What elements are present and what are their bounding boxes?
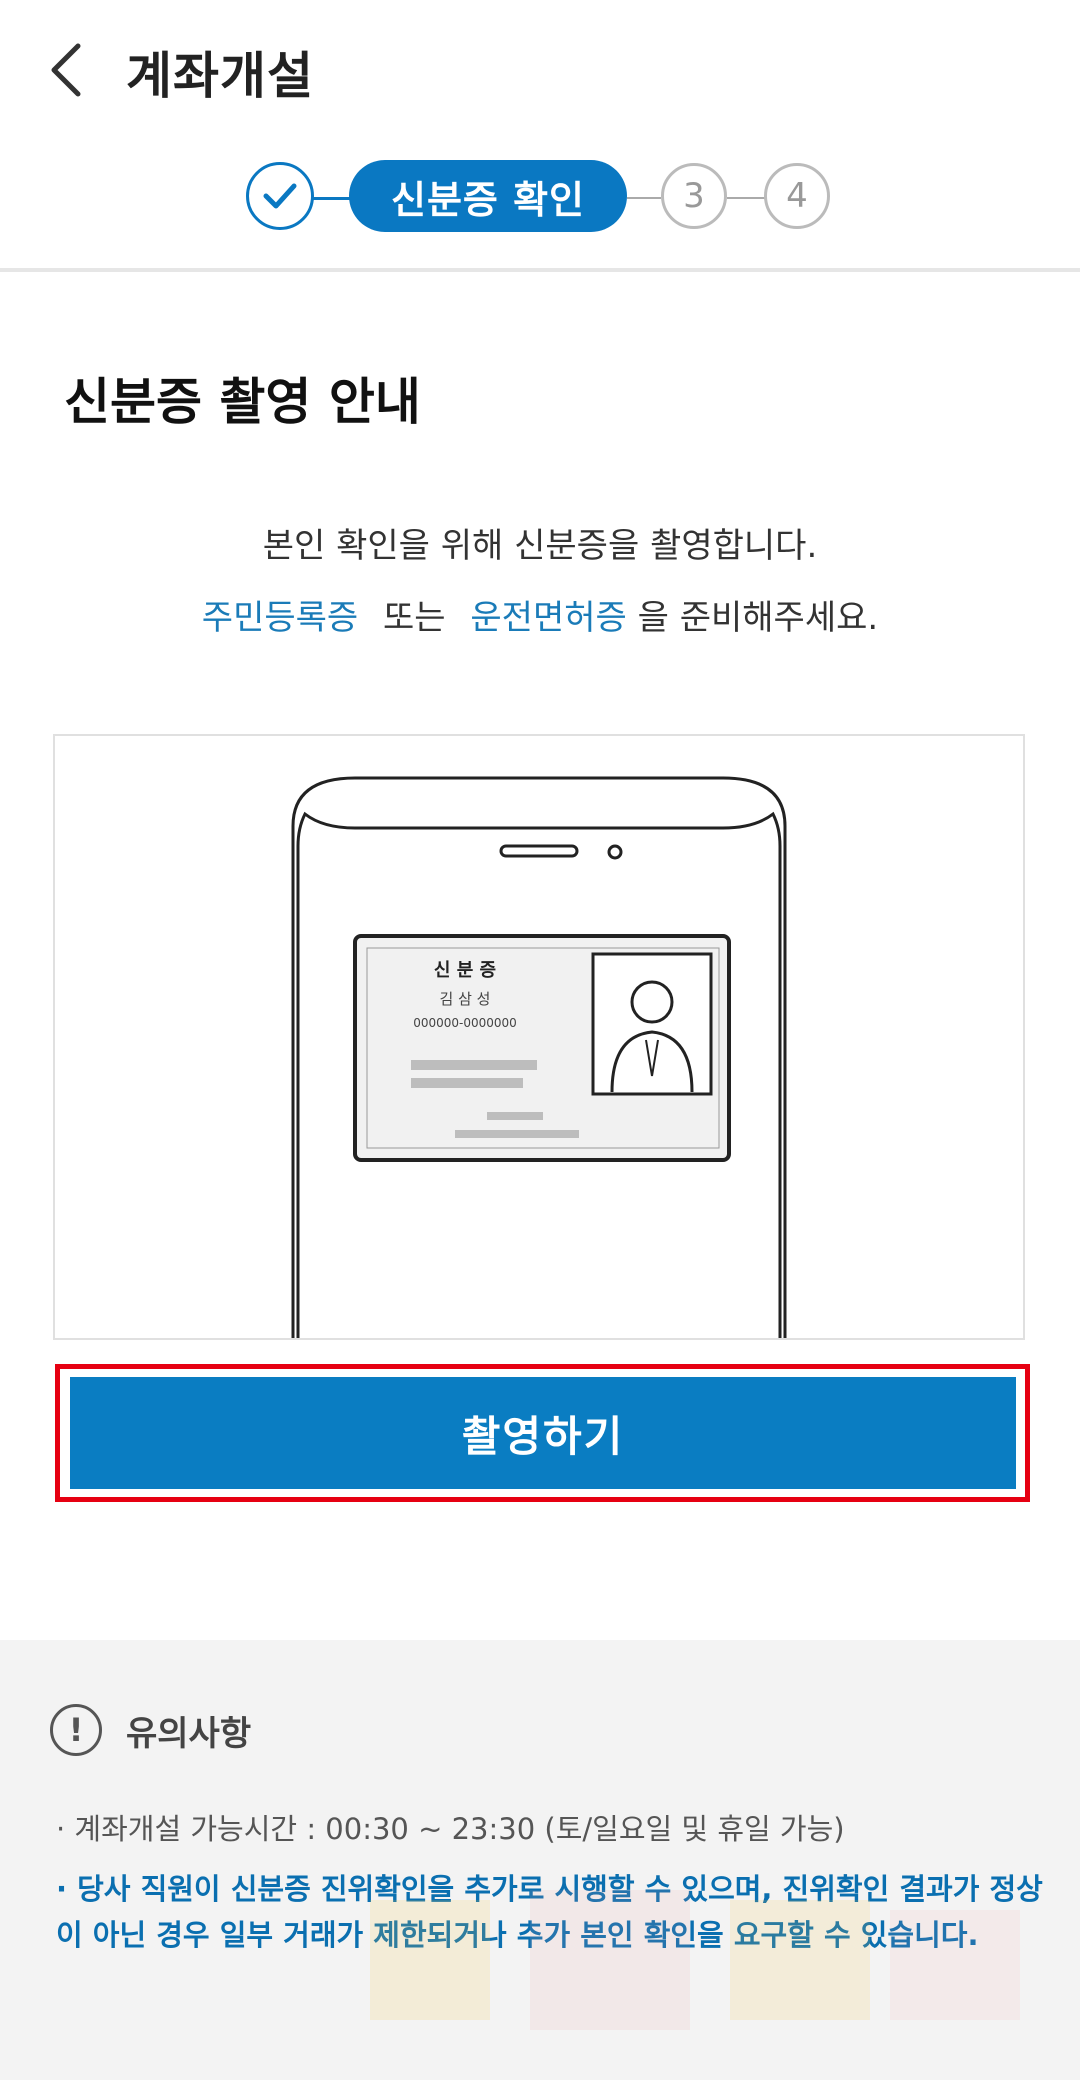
id-type-instruction: 주민등록증 또는 운전면허증 을 준비해주세요. — [0, 590, 1080, 639]
step-4: 4 — [764, 163, 830, 229]
step-connector — [312, 197, 352, 200]
card-number: 000000-0000000 — [413, 1016, 517, 1030]
progress-stepper: 신분증 확인 3 4 — [0, 160, 1080, 236]
id-capture-illustration: 신 분 증 김 삼 성 000000-0000000 — [53, 734, 1025, 1340]
chevron-left-icon — [51, 43, 81, 97]
step-3: 3 — [661, 163, 727, 229]
card-name: 김 삼 성 — [439, 990, 491, 1008]
step-connector — [727, 197, 765, 199]
step-2-active: 신분증 확인 — [349, 160, 627, 232]
card-title: 신 분 증 — [433, 960, 497, 981]
resident-card-label: 주민등록증 — [201, 598, 359, 638]
exclamation-icon: ! — [50, 1704, 102, 1756]
notice-hours: · 계좌개설 가능시간 : 00:30 ~ 23:30 (토/일요일 및 휴일 … — [56, 1812, 845, 1846]
checkmark-icon — [263, 183, 297, 209]
notice-verification: · 당사 직원이 신분증 진위확인을 추가로 시행할 수 있으며, 진위확인 결… — [56, 1872, 1043, 1952]
app-header: 계좌개설 신분증 확인 3 4 — [0, 0, 1080, 272]
or-text: 또는 — [383, 598, 446, 638]
back-button[interactable] — [26, 30, 106, 110]
page-title: 계좌개설 — [126, 47, 314, 105]
step-1-complete — [246, 162, 314, 230]
instruction-text: 본인 확인을 위해 신분증을 촬영합니다. — [262, 526, 818, 566]
step-connector — [627, 197, 661, 199]
section-title: 신분증 촬영 안내 — [64, 373, 421, 431]
drivers-license-label: 운전면허증 — [470, 598, 627, 638]
notice-title: 유의사항 — [126, 1714, 252, 1754]
phone-illustration — [291, 776, 787, 1338]
prepare-text: 을 준비해주세요. — [637, 598, 879, 638]
capture-button[interactable]: 촬영하기 — [70, 1377, 1016, 1489]
